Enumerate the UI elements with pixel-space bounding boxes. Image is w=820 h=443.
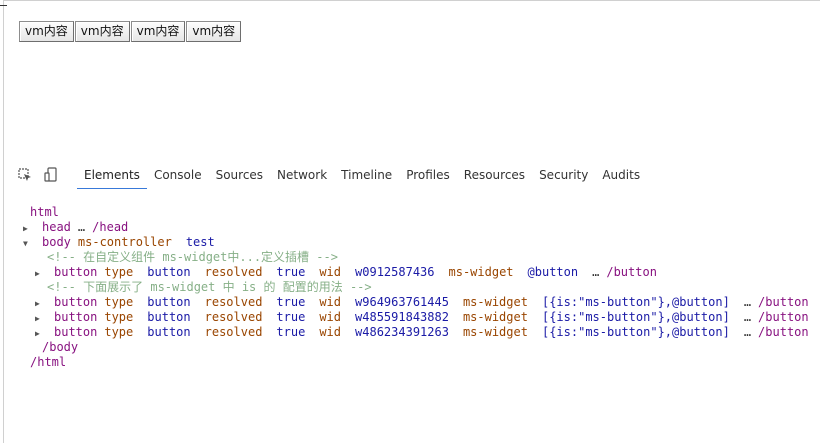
attr-name: wid (319, 265, 342, 279)
tag-name: button (54, 295, 98, 309)
vm-button-row: vm内容 vm内容 vm内容 vm内容 (19, 21, 242, 42)
tree-node-body[interactable]: ▼ body ms-controller test (0, 235, 820, 250)
closing-tag: /button (758, 310, 809, 324)
tab-timeline[interactable]: Timeline (334, 160, 399, 189)
closing-tag: /button (758, 295, 809, 309)
ellipsis[interactable]: … (744, 295, 751, 309)
tree-node-button[interactable]: ▶ button type button resolved true wid w485591… (0, 310, 820, 325)
tag-name: body (42, 235, 71, 249)
tag-name: html (30, 205, 59, 219)
attr-value: w485591843882 (355, 310, 449, 324)
attr-value: test (185, 235, 215, 249)
tree-node-html[interactable]: html (0, 205, 820, 220)
corner-mark (0, 5, 7, 6)
tab-console[interactable]: Console (147, 160, 209, 189)
closing-tag: /button (758, 325, 809, 339)
dom-tree: html ▶ head … /head ▼ body ms-controller tes… (0, 205, 820, 370)
tab-elements[interactable]: Elements (77, 160, 147, 189)
attr-name: wid (319, 325, 342, 339)
attr-value: [{is:"ms-button"},@button] (541, 310, 730, 324)
closing-tag: /button (606, 265, 657, 279)
tree-node-button[interactable]: ▶ button type button resolved true wid w486234… (0, 325, 820, 340)
tab-profiles[interactable]: Profiles (399, 160, 457, 189)
expand-arrow-icon[interactable]: ▶ (23, 221, 28, 236)
attr-value: button (147, 265, 191, 279)
attr-name: type (104, 295, 134, 309)
ellipsis[interactable]: … (744, 325, 751, 339)
attr-name: ms-widget (462, 325, 528, 339)
attr-value: true (276, 325, 306, 339)
expand-arrow-icon[interactable]: ▶ (35, 326, 40, 341)
attr-name: ms-widget (462, 310, 528, 324)
attr-name: wid (319, 295, 342, 309)
tree-node-html-close[interactable]: /html (0, 355, 820, 370)
expand-arrow-icon[interactable]: ▶ (35, 296, 40, 311)
collapse-arrow-icon[interactable]: ▼ (23, 236, 28, 251)
attr-name: resolved (204, 310, 263, 324)
attr-value: w964963761445 (355, 295, 449, 309)
closing-tag: /head (92, 220, 129, 234)
attr-value: button (147, 325, 191, 339)
attr-value: button (147, 310, 191, 324)
devtools-panel: Elements Console Sources Network Timelin… (0, 160, 820, 443)
closing-tag: /html (30, 355, 67, 369)
tab-audits[interactable]: Audits (595, 160, 647, 189)
devtools-toolbar: Elements Console Sources Network Timelin… (0, 160, 820, 189)
expand-arrow-icon[interactable]: ▶ (35, 266, 40, 281)
attr-value: @button (527, 265, 579, 279)
tab-network[interactable]: Network (270, 160, 334, 189)
vm-button-4[interactable]: vm内容 (186, 21, 242, 42)
tag-name: head (42, 220, 71, 234)
tab-resources[interactable]: Resources (457, 160, 532, 189)
attr-name: ms-widget (448, 265, 514, 279)
attr-name: resolved (204, 265, 263, 279)
attr-value: [{is:"ms-button"},@button] (541, 325, 730, 339)
tag-name: button (54, 265, 98, 279)
vm-button-2[interactable]: vm内容 (74, 21, 130, 42)
ellipsis[interactable]: … (592, 265, 599, 279)
attr-value: true (276, 310, 306, 324)
tree-node-button[interactable]: ▶ button type button resolved true wid w091258… (0, 265, 820, 280)
device-mode-icon[interactable] (44, 167, 58, 182)
devtools-tabs: Elements Console Sources Network Timelin… (77, 160, 647, 189)
inspect-icon[interactable] (18, 168, 32, 182)
attr-value: w0912587436 (355, 265, 435, 279)
ellipsis[interactable]: … (744, 310, 751, 324)
attr-name: resolved (204, 295, 263, 309)
attr-name: ms-widget (462, 295, 528, 309)
vm-button-3[interactable]: vm内容 (130, 21, 186, 42)
tag-name: button (54, 325, 98, 339)
attr-value: button (147, 295, 191, 309)
comment-text: <!-- 在自定义组件 ms-widget中...定义插槽 --> (47, 250, 338, 264)
attr-name: type (104, 310, 134, 324)
attr-value: [{is:"ms-button"},@button] (541, 295, 730, 309)
attr-name: resolved (204, 325, 263, 339)
attr-value: w486234391263 (355, 325, 449, 339)
vm-button-1[interactable]: vm内容 (19, 21, 74, 42)
ellipsis[interactable]: … (78, 220, 85, 234)
tab-security[interactable]: Security (532, 160, 595, 189)
attr-name: type (104, 265, 134, 279)
attr-value: true (276, 265, 306, 279)
attr-name: type (104, 325, 134, 339)
tree-comment[interactable]: <!-- 下面展示了 ms-widget 中 is 的 配置的用法 --> (0, 280, 820, 295)
comment-text: <!-- 下面展示了 ms-widget 中 is 的 配置的用法 --> (47, 280, 372, 294)
tab-sources[interactable]: Sources (209, 160, 270, 189)
closing-tag: /body (42, 340, 79, 354)
expand-arrow-icon[interactable]: ▶ (35, 311, 40, 326)
attr-name: ms-controller (77, 235, 172, 249)
attr-value: true (276, 295, 306, 309)
tree-comment[interactable]: <!-- 在自定义组件 ms-widget中...定义插槽 --> (0, 250, 820, 265)
attr-name: wid (319, 310, 342, 324)
tree-node-head[interactable]: ▶ head … /head (0, 220, 820, 235)
tree-node-body-close[interactable]: /body (0, 340, 820, 355)
tree-node-button[interactable]: ▶ button type button resolved true wid w964963… (0, 295, 820, 310)
tag-name: button (54, 310, 98, 324)
